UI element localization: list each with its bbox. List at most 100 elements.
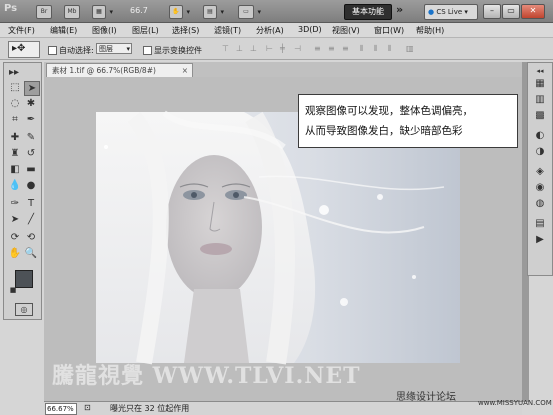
marquee-tool-icon[interactable]: ⬚ — [8, 81, 22, 94]
distribute-bottom-icon[interactable]: ≡ — [342, 45, 352, 53]
view-extras-dropdown[interactable]: ▦ — [92, 5, 113, 19]
more-workspaces-button[interactable]: » — [396, 3, 403, 16]
watermark-text: 騰龍視覺 WWW.TLVI.NET — [52, 363, 361, 389]
workspace-essentials-button[interactable]: 基本功能 — [344, 4, 392, 20]
blur-tool-icon[interactable]: 💧 — [8, 179, 22, 192]
paths-panel-icon[interactable]: ◍ — [534, 199, 546, 209]
bridge-button[interactable]: Br — [36, 5, 52, 19]
menu-analysis[interactable]: 分析(A) — [256, 25, 284, 36]
status-bar: 66.67% ⊡ 曝光只在 32 位起作用 — [44, 401, 522, 415]
site-credit: 思缘设计论坛 — [396, 392, 456, 403]
show-transform-checkbox[interactable] — [143, 46, 152, 55]
hand-tool-icon[interactable]: ✋ — [8, 247, 22, 260]
line-tool-icon[interactable]: ╱ — [24, 213, 38, 226]
auto-align-icon[interactable]: ▥ — [406, 45, 416, 53]
document-title: 素材 1.tif @ 66.7%(RGB/8#) — [52, 66, 156, 75]
zoom-tool-icon[interactable]: 🔍 — [24, 247, 38, 260]
default-colors-icon[interactable]: ■ — [6, 284, 20, 297]
annotation-callout: 观察图像可以发现，整体色调偏亮， 从而导致图像发白，缺少暗部色彩 — [298, 94, 518, 148]
menu-file[interactable]: 文件(F) — [8, 25, 35, 36]
type-tool-icon[interactable]: T — [24, 197, 38, 210]
auto-select-dropdown[interactable]: 图层 ▾ — [96, 43, 132, 54]
align-hcenter-icon[interactable]: ╪ — [280, 45, 290, 53]
distribute-vcenter-icon[interactable]: ≡ — [328, 45, 338, 53]
zoom-level[interactable]: 66.7 — [130, 6, 148, 15]
cs-live-button[interactable]: ● CS Live ▾ — [424, 4, 478, 20]
hand-tool-dropdown[interactable]: ✋ — [169, 5, 190, 19]
lasso-tool-icon[interactable]: ◌ — [8, 97, 22, 110]
tool-preset-picker[interactable]: ▸✥ — [8, 41, 40, 58]
distribute-right-icon[interactable]: ⫴ — [388, 45, 398, 53]
dodge-tool-icon[interactable]: ● — [24, 179, 38, 192]
move-tool-icon: ▸✥ — [12, 43, 26, 54]
site-credit-url: www.MISSYUAN.COM — [478, 399, 552, 407]
arrange-documents-dropdown[interactable]: ▤ — [203, 5, 224, 19]
auto-select-label: 自动选择: — [59, 46, 94, 55]
crop-tool-icon[interactable]: ⌗ — [8, 113, 22, 126]
menu-view[interactable]: 视图(V) — [332, 25, 360, 36]
auto-select-checkbox[interactable] — [48, 46, 57, 55]
masks-panel-icon[interactable]: ◑ — [534, 147, 546, 157]
align-vcenter-icon[interactable]: ⊥ — [236, 45, 246, 53]
adjustments-panel-icon[interactable]: ◐ — [534, 131, 546, 141]
actions-panel-icon[interactable]: ▶ — [534, 235, 546, 245]
eraser-tool-icon[interactable]: ◧ — [8, 163, 22, 176]
healing-brush-tool-icon[interactable]: ✚ — [8, 131, 22, 144]
collapse-panels-icon[interactable]: ◂◂ — [534, 66, 546, 76]
menu-layer[interactable]: 图层(L) — [132, 25, 159, 36]
screen-mode-dropdown[interactable]: ▭ — [238, 5, 261, 19]
tools-panel: ▸▸ ⬚ ➤ ◌ ✱ ⌗ ✒ ✚ ✎ ♜ ↺ ◧ ▬ 💧 ● ✑ T ➤ ╱ ⟳… — [3, 62, 42, 320]
path-selection-tool-icon[interactable]: ➤ — [8, 213, 22, 226]
document-tab[interactable]: 素材 1.tif @ 66.7%(RGB/8#) × — [46, 63, 193, 77]
align-bottom-icon[interactable]: ⊥ — [250, 45, 260, 53]
magic-wand-tool-icon[interactable]: ✱ — [24, 97, 38, 110]
styles-panel-icon[interactable]: ▩ — [534, 111, 546, 121]
minibridge-button[interactable]: Mb — [64, 5, 80, 19]
callout-line-2: 从而导致图像发白，缺少暗部色彩 — [305, 125, 463, 137]
quick-mask-icon[interactable]: ◎ — [15, 303, 33, 316]
eyedropper-tool-icon[interactable]: ✒ — [24, 113, 38, 126]
minimize-button[interactable]: – — [483, 4, 501, 19]
3d-orbit-tool-icon[interactable]: ⟲ — [24, 231, 38, 244]
align-right-icon[interactable]: ⊣ — [294, 45, 304, 53]
brush-tool-icon[interactable]: ✎ — [24, 131, 38, 144]
3d-rotate-tool-icon[interactable]: ⟳ — [8, 231, 22, 244]
layers-panel-icon[interactable]: ◈ — [534, 167, 546, 177]
zoom-percent-field[interactable]: 66.67% — [45, 403, 77, 415]
history-panel-icon[interactable]: ▤ — [534, 219, 546, 229]
screen-mode-icon: ▭ — [243, 8, 249, 15]
menu-filter[interactable]: 滤镜(T) — [214, 25, 241, 36]
restore-icon: ▭ — [507, 6, 515, 15]
menu-3d[interactable]: 3D(D) — [298, 25, 322, 34]
clone-stamp-tool-icon[interactable]: ♜ — [8, 147, 22, 160]
menu-bar: 文件(F) 编辑(E) 图像(I) 图层(L) 选择(S) 滤镜(T) 分析(A… — [0, 23, 553, 38]
distribute-top-icon[interactable]: ≡ — [314, 45, 324, 53]
menu-select[interactable]: 选择(S) — [172, 25, 199, 36]
color-panel-icon[interactable]: ▦ — [534, 79, 546, 89]
cs-live-icon: ● — [428, 8, 435, 16]
gradient-tool-icon[interactable]: ▬ — [24, 163, 38, 176]
auto-select-value: 图层 — [99, 45, 113, 53]
menu-edit[interactable]: 编辑(E) — [50, 25, 77, 36]
close-window-button[interactable]: ✕ — [521, 4, 545, 19]
move-tool-icon[interactable]: ➤ — [24, 81, 40, 96]
close-document-icon[interactable]: × — [182, 64, 188, 77]
distribute-hcenter-icon[interactable]: ⫴ — [374, 45, 384, 53]
restore-button[interactable]: ▭ — [502, 4, 520, 19]
menu-image[interactable]: 图像(I) — [92, 25, 117, 36]
swatches-panel-icon[interactable]: ▥ — [534, 95, 546, 105]
status-info-icon[interactable]: ⊡ — [84, 403, 91, 412]
channels-panel-icon[interactable]: ◉ — [534, 183, 546, 193]
distribute-left-icon[interactable]: ⫴ — [360, 45, 370, 53]
menu-window[interactable]: 窗口(W) — [374, 25, 404, 36]
panel-dock: ◂◂ ▦ ▥ ▩ ◐ ◑ ◈ ◉ ◍ ▤ ▶ — [527, 62, 553, 276]
status-message: 曝光只在 32 位起作用 — [110, 404, 190, 413]
history-brush-tool-icon[interactable]: ↺ — [24, 147, 38, 160]
menu-help[interactable]: 帮助(H) — [416, 25, 444, 36]
collapse-tools-icon[interactable]: ▸▸ — [7, 66, 21, 79]
options-bar: ▸✥ 自动选择: 图层 ▾ 显示变换控件 ⊤ ⊥ ⊥ ⊢ ╪ ⊣ ≡ ≡ ≡ ⫴… — [0, 38, 553, 60]
pen-tool-icon[interactable]: ✑ — [8, 197, 22, 210]
align-left-icon[interactable]: ⊢ — [266, 45, 276, 53]
photoshop-logo: Ps — [4, 3, 18, 14]
align-top-icon[interactable]: ⊤ — [222, 45, 232, 53]
